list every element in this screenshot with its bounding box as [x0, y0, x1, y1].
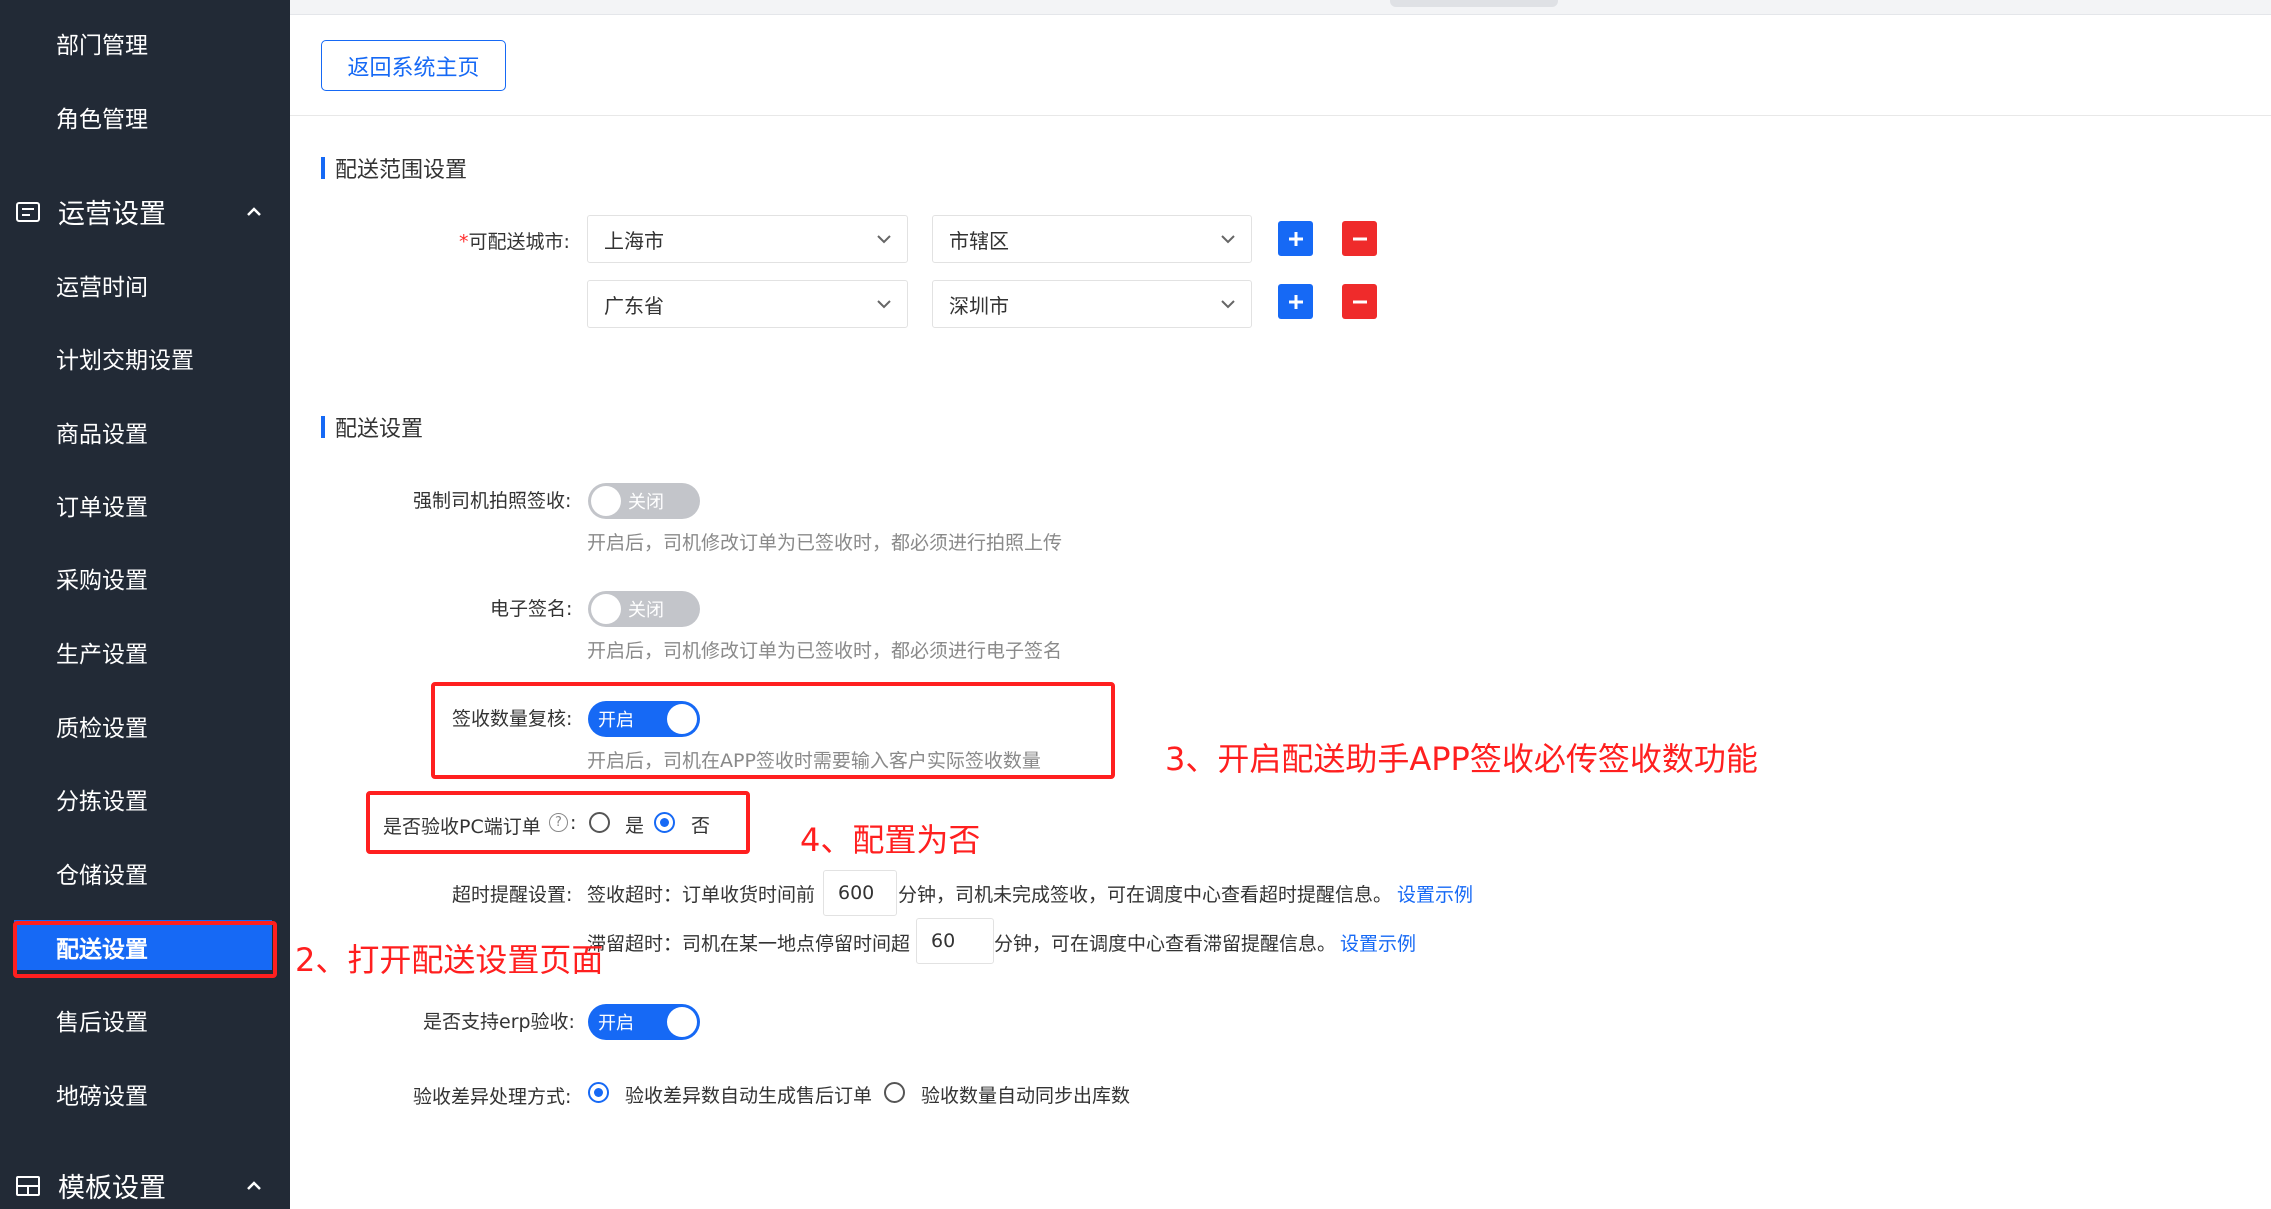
chevron-down-icon [877, 235, 891, 244]
province-select-1-value: 上海市 [604, 228, 664, 253]
minus-icon [1352, 237, 1367, 240]
back-to-home-button[interactable]: 返回系统主页 [321, 40, 506, 91]
annotation-step2: 2、打开配送设置页面 [295, 941, 604, 979]
sidebar-item-quality[interactable]: 质检设置 [56, 709, 148, 743]
photo-sign-label: 强制司机拍照签收: [413, 490, 572, 512]
plus-icon [1288, 231, 1303, 246]
annotation-step3: 3、开启配送助手APP签收必传签收数功能 [1165, 740, 1758, 778]
sign-timeout-input[interactable]: 600 [823, 870, 897, 916]
annotation-step4: 4、配置为否 [800, 821, 981, 859]
stay-timeout-example-link[interactable]: 设置示例 [1340, 929, 1416, 956]
toggle-knob [667, 1007, 697, 1037]
stay-timeout-input[interactable]: 60 [916, 918, 994, 964]
province-select-2-value: 广东省 [604, 293, 664, 318]
minus-icon [1352, 300, 1367, 303]
add-city-button[interactable] [1278, 284, 1313, 319]
annotation-box-step2 [13, 921, 277, 978]
annotation-box-step4 [366, 791, 750, 854]
sidebar: 部门管理 角色管理 运营设置 运营时间 计划交期设置 商品设置 订单设置 采购设… [0, 0, 290, 1209]
toggle-knob [591, 594, 621, 624]
sidebar-item-department[interactable]: 部门管理 [56, 26, 148, 60]
city-select-1-value: 市辖区 [949, 228, 1009, 253]
sign-timeout-suffix: 分钟，司机未完成签收，可在调度中心查看超时提醒信息。 [898, 884, 1393, 906]
chevron-down-icon [1221, 300, 1235, 309]
city-select-2[interactable]: 深圳市 [932, 280, 1252, 328]
template-icon [16, 1175, 40, 1196]
sidebar-item-goods[interactable]: 商品设置 [56, 415, 148, 449]
sidebar-item-ops-time[interactable]: 运营时间 [56, 268, 148, 302]
timeout-label: 超时提醒设置: [452, 884, 573, 906]
sign-timeout-example-link[interactable]: 设置示例 [1397, 880, 1473, 907]
city-select-2-value: 深圳市 [949, 293, 1009, 318]
sidebar-item-production[interactable]: 生产设置 [56, 635, 148, 669]
sidebar-item-aftersale[interactable]: 售后设置 [56, 1003, 148, 1037]
diff-label: 验收差异处理方式: [413, 1086, 572, 1108]
top-strip [290, 0, 2271, 15]
add-city-button[interactable] [1278, 221, 1313, 256]
remove-city-button[interactable] [1342, 284, 1377, 319]
sign-timeout-prefix: 签收超时：订单收货时间前 [587, 884, 816, 906]
section-title-range: 配送范围设置 [321, 152, 467, 184]
section-bar [321, 157, 325, 179]
diff-option2-label[interactable]: 验收数量自动同步出库数 [921, 1081, 1130, 1108]
annotation-box-step3 [431, 682, 1115, 779]
city-label-text: 可配送城市: [468, 231, 570, 253]
sidebar-group-template-label: 模板设置 [58, 1173, 166, 1204]
photo-sign-toggle[interactable]: 关闭 [588, 483, 700, 519]
toggle-state: 开启 [598, 1013, 634, 1034]
remove-city-button[interactable] [1342, 221, 1377, 256]
required-mark: * [459, 231, 469, 253]
stay-timeout-prefix: 滞留超时：司机在某一地点停留时间超 [587, 933, 911, 955]
e-sign-label: 电子签名: [490, 598, 573, 620]
section-title-delivery-text: 配送设置 [335, 417, 424, 442]
province-select-2[interactable]: 广东省 [587, 280, 908, 328]
plus-icon [1288, 294, 1303, 309]
section-title-delivery: 配送设置 [321, 411, 423, 443]
chevron-up-icon [247, 1180, 261, 1190]
stay-timeout-suffix: 分钟，可在调度中心查看滞留提醒信息。 [994, 933, 1337, 955]
sidebar-item-purchase[interactable]: 采购设置 [56, 561, 148, 595]
photo-sign-hint: 开启后，司机修改订单为已签收时，都必须进行拍照上传 [587, 532, 1063, 554]
e-sign-hint: 开启后，司机修改订单为已签收时，都必须进行电子签名 [587, 640, 1063, 662]
chevron-down-icon [877, 300, 891, 309]
sidebar-group-ops-label: 运营设置 [58, 199, 166, 230]
erp-toggle[interactable]: 开启 [588, 1004, 700, 1040]
section-bar [321, 416, 325, 438]
city-select-1[interactable]: 市辖区 [932, 215, 1252, 263]
chevron-down-icon [1221, 235, 1235, 244]
sidebar-item-order[interactable]: 订单设置 [56, 488, 148, 522]
sidebar-item-plan[interactable]: 计划交期设置 [56, 341, 194, 375]
erp-label: 是否支持erp验收: [423, 1011, 575, 1033]
diff-option1-label[interactable]: 验收差异数自动生成售后订单 [625, 1081, 872, 1108]
diff-option1-radio[interactable] [588, 1082, 609, 1103]
sidebar-group-template[interactable]: 模板设置 [16, 1166, 266, 1205]
city-label: *可配送城市: [459, 227, 570, 254]
chevron-up-icon [247, 206, 261, 216]
toggle-state: 关闭 [628, 492, 664, 513]
top-tab[interactable] [1390, 0, 1558, 7]
sidebar-item-sorting[interactable]: 分拣设置 [56, 782, 148, 816]
toggle-knob [591, 486, 621, 516]
sidebar-group-ops[interactable]: 运营设置 [16, 192, 266, 231]
diff-option2-radio[interactable] [884, 1082, 905, 1103]
toggle-state: 关闭 [628, 600, 664, 621]
e-sign-toggle[interactable]: 关闭 [588, 591, 700, 627]
sidebar-item-role[interactable]: 角色管理 [56, 100, 148, 134]
province-select-1[interactable]: 上海市 [587, 215, 908, 263]
header-divider [290, 115, 2271, 116]
sidebar-item-weighbridge[interactable]: 地磅设置 [56, 1077, 148, 1111]
sidebar-item-storage[interactable]: 仓储设置 [56, 856, 148, 890]
section-title-range-text: 配送范围设置 [335, 158, 468, 183]
list-icon [16, 201, 40, 222]
